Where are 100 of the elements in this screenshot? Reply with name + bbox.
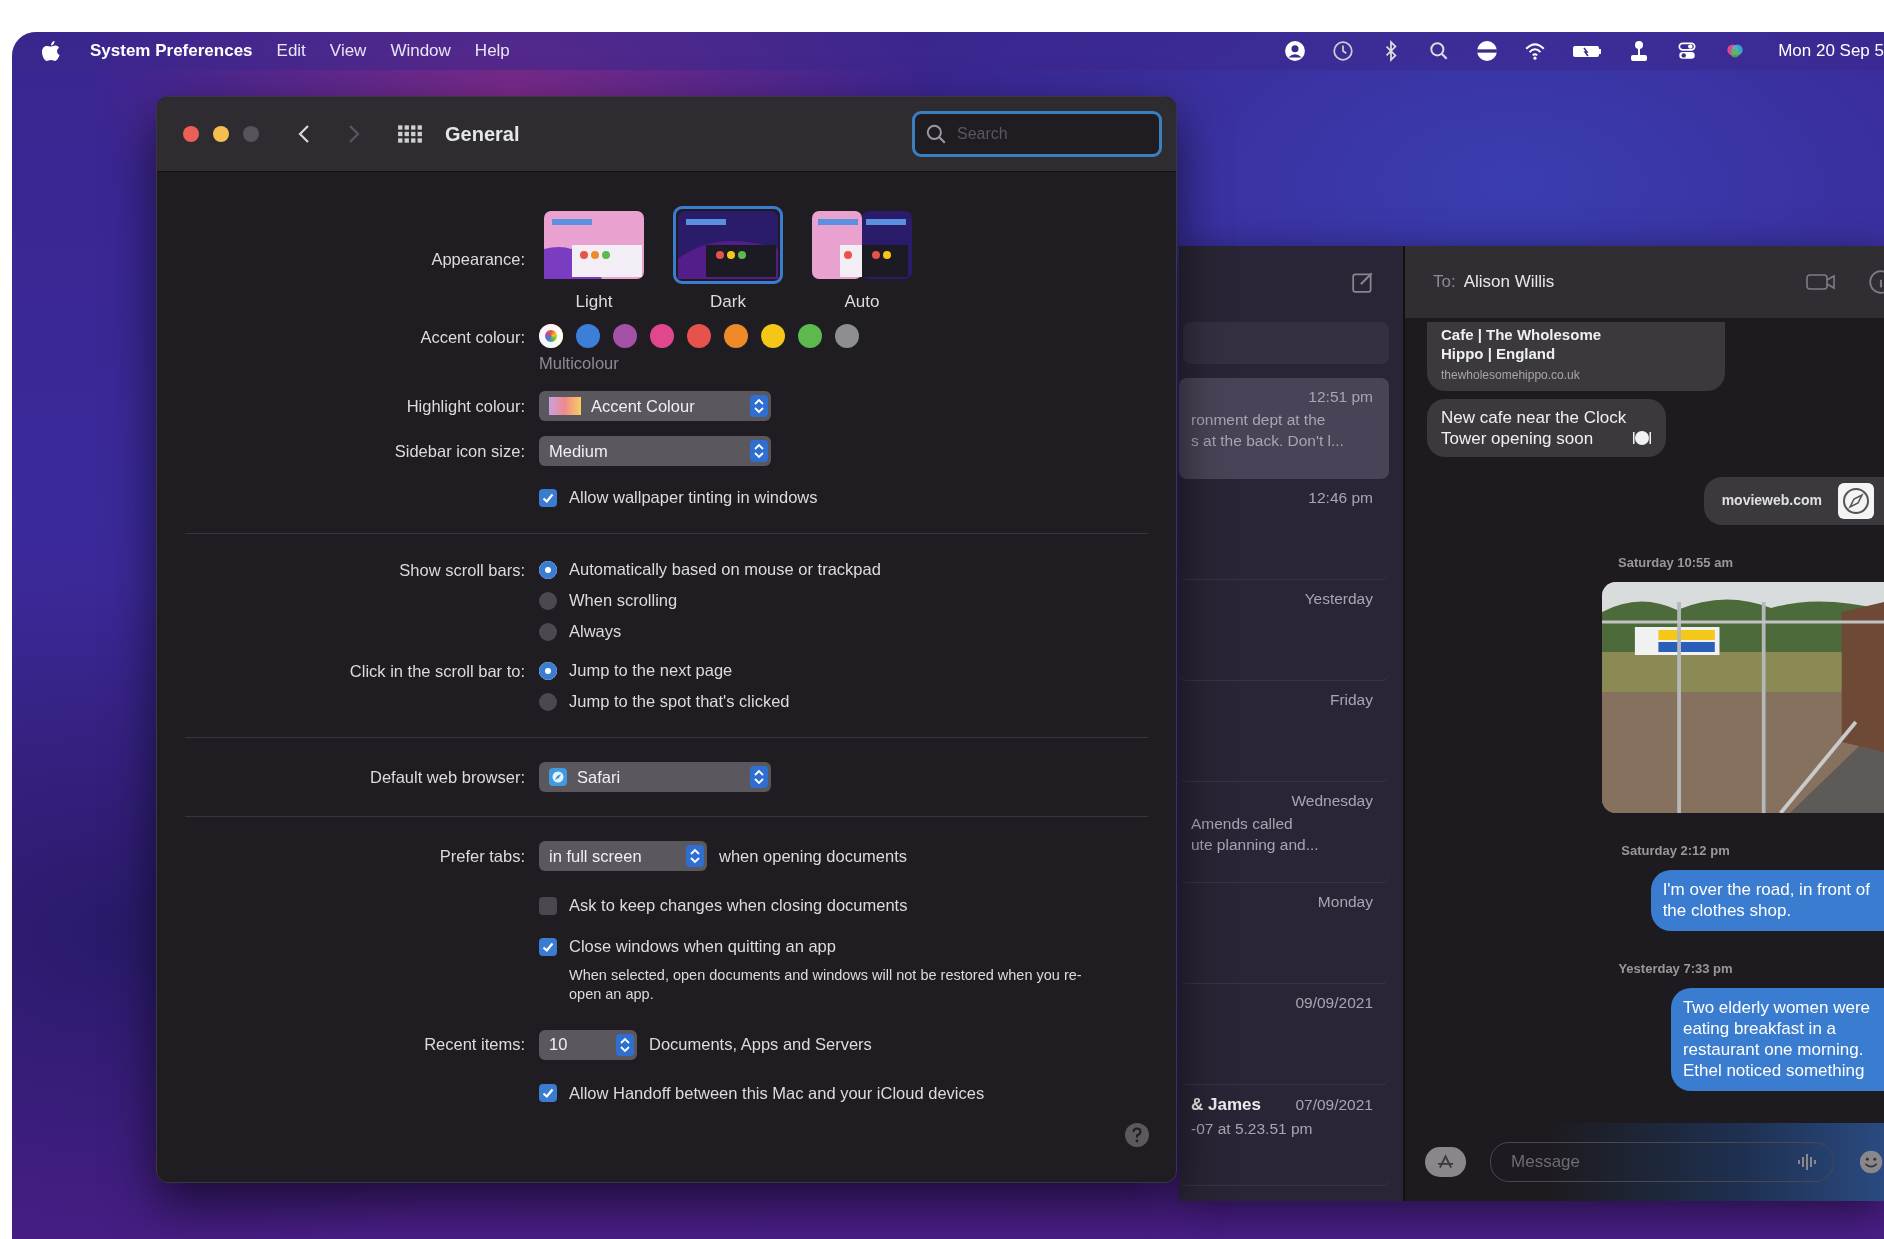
checkbox[interactable] [539,937,557,956]
to-label: To: [1433,272,1456,292]
appearance-label: Dark [710,292,746,312]
appearance-label: Auto [844,292,880,312]
radio-button[interactable] [539,560,557,579]
radio-button[interactable] [539,661,557,680]
up-down-arrows-icon [750,395,768,417]
checkbox-label: Close windows when quitting an app [569,937,836,956]
search-field[interactable] [1183,322,1389,364]
conversation-row[interactable]: Yesterday [1179,580,1389,681]
compass-icon [1838,483,1874,519]
accent-colour-swatch[interactable] [650,324,674,348]
radio-label: Always [569,622,622,641]
accent-colour-swatch[interactable] [835,324,859,348]
conversation-row[interactable]: 12:46 pm [1179,479,1389,580]
conversation-time: 07/09/2021 [1295,1096,1373,1114]
checkbox[interactable] [539,896,557,915]
setting-label: Appearance: [430,249,526,269]
conversation-row[interactable]: Monday [1179,883,1389,984]
conversation-row[interactable]: 12:51 pm ronment dept at the s at the back. Don't l... [1179,378,1389,479]
accent-colour-swatch[interactable] [798,324,822,348]
menu-item[interactable]: Window [390,41,451,61]
checkbox[interactable] [539,488,557,507]
minimize-button[interactable] [213,126,229,142]
radio-button[interactable] [539,692,557,711]
plate-icon [1632,428,1653,448]
accent-colour-swatch[interactable] [724,324,748,348]
video-camera-icon[interactable] [1806,272,1836,292]
checkbox[interactable] [539,1084,557,1103]
accent-colour-swatch[interactable] [576,324,600,348]
conversation-time: Wednesday [1291,792,1373,810]
checkbox-label: Allow wallpaper tinting in windows [569,488,818,507]
striped-circle-icon[interactable] [1476,40,1499,62]
conversation-time: 12:46 pm [1308,489,1373,507]
app-store-icon[interactable] [1425,1146,1467,1178]
conversation-row[interactable]: 09/09/2021 [1179,984,1389,1085]
app-menu[interactable]: System Preferences [90,41,253,61]
recent-items-popup[interactable]: 10 [539,1029,637,1060]
wifi-icon[interactable] [1524,40,1547,62]
radio-label: Jump to the next page [569,661,733,680]
colour-swatch-icon [549,397,581,415]
conversation-time: Yesterday [1304,590,1373,608]
checkbox-label: Allow Handoff between this Mac and your iCloud devices [569,1083,985,1103]
default-browser-popup[interactable]: Safari [539,762,771,792]
back-icon[interactable] [297,123,311,145]
search-field[interactable]: Search [912,111,1162,157]
setting-label: Click in the scroll bar to: [348,662,526,681]
message-field[interactable]: Message [1490,1142,1834,1182]
link-bubble[interactable]: movieweb.com [1703,477,1884,525]
radio-button[interactable] [539,591,557,610]
appearance-label: Light [575,292,613,312]
appearance-thumbnail[interactable] [673,206,783,284]
sent-message-bubble: I'm over the road, in front of the clothes shop. [1650,870,1884,931]
message-preview: -07 at 5.23.51 pm [1191,1119,1314,1139]
message-preview: Amends called ute planning and... [1191,814,1320,855]
conversation-row[interactable]: Friday [1179,681,1389,782]
menu-item[interactable]: View [329,41,367,61]
clock-icon[interactable] [1332,40,1355,62]
emoji-icon[interactable] [1857,1148,1884,1176]
setting-label: Accent colour: [419,328,526,347]
menu-bar-clock[interactable]: Mon 20 Sep 5 [1778,41,1884,61]
setting-suffix: Documents, Apps and Servers [649,1035,872,1055]
link-preview-bubble[interactable]: Cafe | The Wholesome Hippo | England thewholesomehippo.co.uk [1427,322,1725,391]
message-timestamp: Yesterday 7:33 pm [1618,960,1733,976]
setting-suffix: when opening documents [719,846,908,866]
recipient-name: Alison Willis [1463,272,1555,292]
user-icon[interactable] [1284,40,1307,62]
grid-icon[interactable] [397,123,423,145]
prefer-tabs-popup[interactable]: in full screen [539,841,707,871]
apple-logo-icon[interactable] [42,40,60,62]
radio-label: When scrolling [569,591,678,610]
message-placeholder: Message [1511,1152,1581,1172]
message-text: New cafe near the Clock Tower opening soon [1441,406,1627,449]
conversation-row[interactable]: & James 07/09/2021 -07 at 5.23.51 pm [1179,1085,1389,1186]
accent-colour-swatch[interactable] [613,324,637,348]
message-preview: ronment dept at the s at the back. Don't l... [1191,410,1345,451]
conversation-row[interactable]: Wednesday Amends called ute planning and... [1179,782,1389,883]
accent-colour-swatch[interactable] [539,324,563,348]
menu-item[interactable]: Help [474,41,510,61]
setting-label: Prefer tabs: [438,846,526,866]
radio-button[interactable] [539,622,557,641]
conversation-time: Friday [1329,691,1373,709]
sent-message-bubble: Two elderly women were eating breakfast in a restaurant one morning. Ethel noticed something [1670,987,1884,1091]
close-button[interactable] [183,126,199,142]
setting-label: Recent items: [423,1035,526,1055]
compass-icon [549,768,567,786]
highlight-colour-popup[interactable]: Accent Colour [539,391,771,421]
accent-colour-swatch[interactable] [687,324,711,348]
link-title: Cafe | The Wholesome Hippo | England [1441,326,1602,364]
menu-item[interactable]: Edit [276,41,306,61]
conversation-time: Monday [1317,893,1373,911]
sidebar-icon-size-popup[interactable]: Medium [539,436,771,466]
search-icon [925,123,947,145]
message-timestamp: Saturday 10:55 am [1618,555,1733,570]
compose-icon[interactable] [1351,270,1375,294]
help-note: When selected, open documents and windows will not be restored when you re-open an app. [569,966,1083,1004]
link-url: movieweb.com [1721,492,1822,510]
help-icon[interactable] [1124,1122,1150,1148]
window-title: General [445,122,520,146]
accent-colour-swatch[interactable] [761,324,785,348]
